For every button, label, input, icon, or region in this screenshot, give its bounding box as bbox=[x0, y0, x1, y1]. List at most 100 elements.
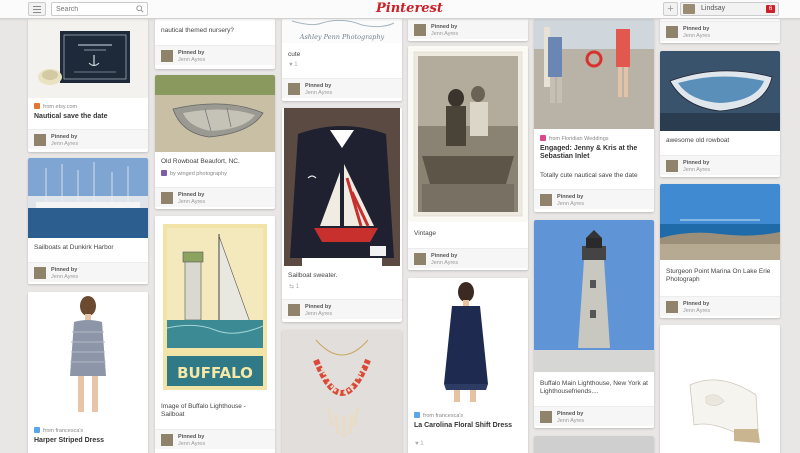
pin-old-rowboat-beaufort[interactable]: Old Rowboat Beaufort, NC. by winged phot… bbox=[155, 75, 275, 209]
pin-image[interactable] bbox=[28, 292, 148, 422]
pin-image[interactable] bbox=[155, 75, 275, 152]
pin-attribution[interactable]: Pinned by Jenn Ayres bbox=[28, 262, 148, 282]
add-pin-button[interactable]: + bbox=[663, 2, 678, 16]
pin-partial-col5[interactable] bbox=[534, 436, 654, 453]
user-menu-button[interactable]: Lindsay 6 bbox=[680, 2, 779, 16]
pin-image[interactable] bbox=[534, 220, 654, 372]
pinner-name[interactable]: Jenn Ayres bbox=[178, 441, 205, 447]
pin-cute[interactable]: Ashley Penn Photography cute ♥ 1 Pinned … bbox=[282, 19, 402, 101]
pin-image[interactable] bbox=[28, 158, 148, 238]
pinner-name[interactable]: Jenn Ayres bbox=[51, 274, 78, 280]
pin-attribution[interactable]: Pinned by Jenn Ayres bbox=[155, 429, 275, 449]
source-label: from Floridian Weddings bbox=[549, 136, 609, 142]
pin-source[interactable]: from francesca's bbox=[34, 427, 83, 434]
search-icon[interactable] bbox=[136, 5, 144, 13]
search-box[interactable] bbox=[51, 2, 148, 16]
pinner-name[interactable]: Jenn Ayres bbox=[51, 141, 78, 147]
top-bar: Pinterest + Lindsay 6 bbox=[0, 0, 800, 19]
pin-attribution[interactable]: Pinned by Jenn Ayres bbox=[155, 187, 275, 207]
pin-nautical-nursery[interactable]: nautical themed nursery? Pinned by Jenn … bbox=[155, 19, 275, 69]
pin-attribution[interactable]: Pinned by Jenn Ayres bbox=[408, 19, 528, 39]
menu-button[interactable] bbox=[28, 2, 46, 16]
pin-image[interactable]: Ashley Penn Photography bbox=[282, 19, 402, 43]
pin-source[interactable]: from Floridian Weddings bbox=[540, 135, 609, 142]
pinner-name[interactable]: Jenn Ayres bbox=[557, 418, 584, 424]
pinned-by-label: Pinned by bbox=[178, 192, 205, 198]
vintage-couple-photo-image bbox=[413, 51, 523, 217]
pin-image[interactable] bbox=[282, 108, 402, 266]
pinner-name[interactable]: Jenn Ayres bbox=[178, 199, 205, 205]
pin-source[interactable]: from francesca's bbox=[414, 412, 463, 419]
pin-image[interactable] bbox=[660, 51, 780, 131]
pin-white-wedge-shoe[interactable] bbox=[660, 325, 780, 453]
pin-attribution[interactable]: Pinned by Jenn Ayres bbox=[155, 45, 275, 65]
pin-attribution[interactable]: Pinned by Jenn Ayres bbox=[660, 21, 780, 41]
pinned-by-label: Pinned by bbox=[51, 134, 78, 140]
pin-nautical-save-the-date[interactable]: from etsy.com Nautical save the date Pin… bbox=[28, 19, 148, 152]
pinner-name[interactable]: Jenn Ayres bbox=[178, 57, 205, 63]
pin-title: Nautical save the date bbox=[34, 113, 108, 120]
pin-description: Vintage bbox=[414, 230, 436, 237]
pin-attribution[interactable]: Pinned by Jenn Ayres bbox=[282, 78, 402, 98]
pin-awesome-old-rowboat[interactable]: awesome old rowboat Pinned by Jenn Ayres bbox=[660, 51, 780, 177]
photography-watermark-image: Ashley Penn Photography bbox=[291, 19, 395, 41]
pin-engaged-sebastian-inlet[interactable]: from Floridian Weddings Engaged: Jenny &… bbox=[534, 19, 654, 212]
pin-image[interactable]: BUFFALO bbox=[155, 216, 275, 396]
pin-harper-striped-dress[interactable]: from francesca's Harper Striped Dress bbox=[28, 292, 148, 453]
pinned-by-label: Pinned by bbox=[305, 83, 332, 89]
pin-image[interactable] bbox=[28, 19, 148, 98]
pinterest-logo[interactable]: Pinterest bbox=[376, 1, 443, 16]
facebook-icon bbox=[414, 412, 420, 418]
pin-attribution[interactable]: Pinned by Jenn Ayres bbox=[408, 248, 528, 268]
pin-attribution[interactable]: Pinned by Jenn Ayres bbox=[282, 299, 402, 319]
pin-title: La Carolina Floral Shift Dress bbox=[414, 422, 513, 429]
save-the-date-card-image bbox=[28, 19, 148, 98]
pin-source[interactable]: by winged photography bbox=[161, 170, 227, 177]
pin-attribution[interactable]: Pinned by Jenn Ayres bbox=[660, 155, 780, 175]
pinner-name[interactable]: Jenn Ayres bbox=[683, 167, 710, 173]
pin-title: Harper Striped Dress bbox=[34, 437, 105, 444]
avatar bbox=[288, 304, 300, 316]
pin-image[interactable] bbox=[660, 184, 780, 260]
pin-image[interactable] bbox=[408, 46, 528, 222]
pin-vintage[interactable]: Vintage Pinned by Jenn Ayres bbox=[408, 46, 528, 270]
heart-source-icon bbox=[540, 135, 546, 141]
pinned-by-label: Pinned by bbox=[178, 434, 205, 440]
pin-image[interactable] bbox=[534, 436, 654, 453]
marina-photo-image bbox=[660, 184, 780, 260]
pinner-name[interactable]: Jenn Ayres bbox=[557, 201, 584, 207]
buffalo-poster-image: BUFFALO bbox=[163, 224, 267, 390]
heart-icon: ♥ bbox=[415, 441, 419, 447]
pinner-name[interactable]: Jenn Ayres bbox=[431, 260, 458, 266]
pin-image[interactable] bbox=[408, 278, 528, 406]
pin-top-col6[interactable]: Pinned by Jenn Ayres bbox=[660, 19, 780, 43]
pin-source[interactable]: from etsy.com bbox=[34, 103, 77, 110]
pin-la-carolina-dress[interactable]: from francesca's La Carolina Floral Shif… bbox=[408, 278, 528, 453]
pin-attribution[interactable]: Pinned by Jenn Ayres bbox=[534, 406, 654, 426]
pin-coral-necklace[interactable] bbox=[282, 330, 402, 453]
engagement-couple-pier-image bbox=[534, 19, 654, 129]
pin-sturgeon-point-marina[interactable]: Sturgeon Point Marina On Lake Erie Photo… bbox=[660, 184, 780, 318]
pin-attribution[interactable]: Pinned by Jenn Ayres bbox=[534, 189, 654, 209]
pinner-name[interactable]: Jenn Ayres bbox=[683, 33, 710, 39]
pinner-name[interactable]: Jenn Ayres bbox=[683, 308, 710, 314]
pinner-name[interactable]: Jenn Ayres bbox=[431, 31, 458, 37]
pin-sailboat-sweater[interactable]: Sailboat sweater. ⇆ 1 Pinned by Jenn Ayr… bbox=[282, 108, 402, 322]
pin-image[interactable] bbox=[660, 325, 780, 453]
pin-attribution[interactable]: Pinned by Jenn Ayres bbox=[28, 129, 148, 149]
search-input[interactable] bbox=[52, 3, 132, 15]
notification-count-badge[interactable]: 6 bbox=[766, 5, 775, 13]
avatar bbox=[540, 411, 552, 423]
pin-attribution[interactable]: Pinned by Jenn Ayres bbox=[660, 296, 780, 316]
pinned-by-label: Pinned by bbox=[178, 50, 205, 56]
pin-top-col4[interactable]: Pinned by Jenn Ayres bbox=[408, 19, 528, 41]
pin-buffalo-main-lighthouse[interactable]: Buffalo Main Lighthouse, New York at Lig… bbox=[534, 220, 654, 428]
pin-image[interactable] bbox=[282, 330, 402, 453]
pin-buffalo-lighthouse-poster[interactable]: BUFFALO Image of Buffalo Lighthouse - Sa… bbox=[155, 216, 275, 453]
pinner-name[interactable]: Jenn Ayres bbox=[305, 90, 332, 96]
pin-description: nautical themed nursery? bbox=[161, 27, 234, 34]
pinner-name[interactable]: Jenn Ayres bbox=[305, 311, 332, 317]
pin-image[interactable] bbox=[534, 19, 654, 129]
repin-count-value: 1 bbox=[295, 284, 300, 290]
pin-sailboats-dunkirk[interactable]: Sailboats at Dunkirk Harbor Pinned by Je… bbox=[28, 158, 148, 284]
